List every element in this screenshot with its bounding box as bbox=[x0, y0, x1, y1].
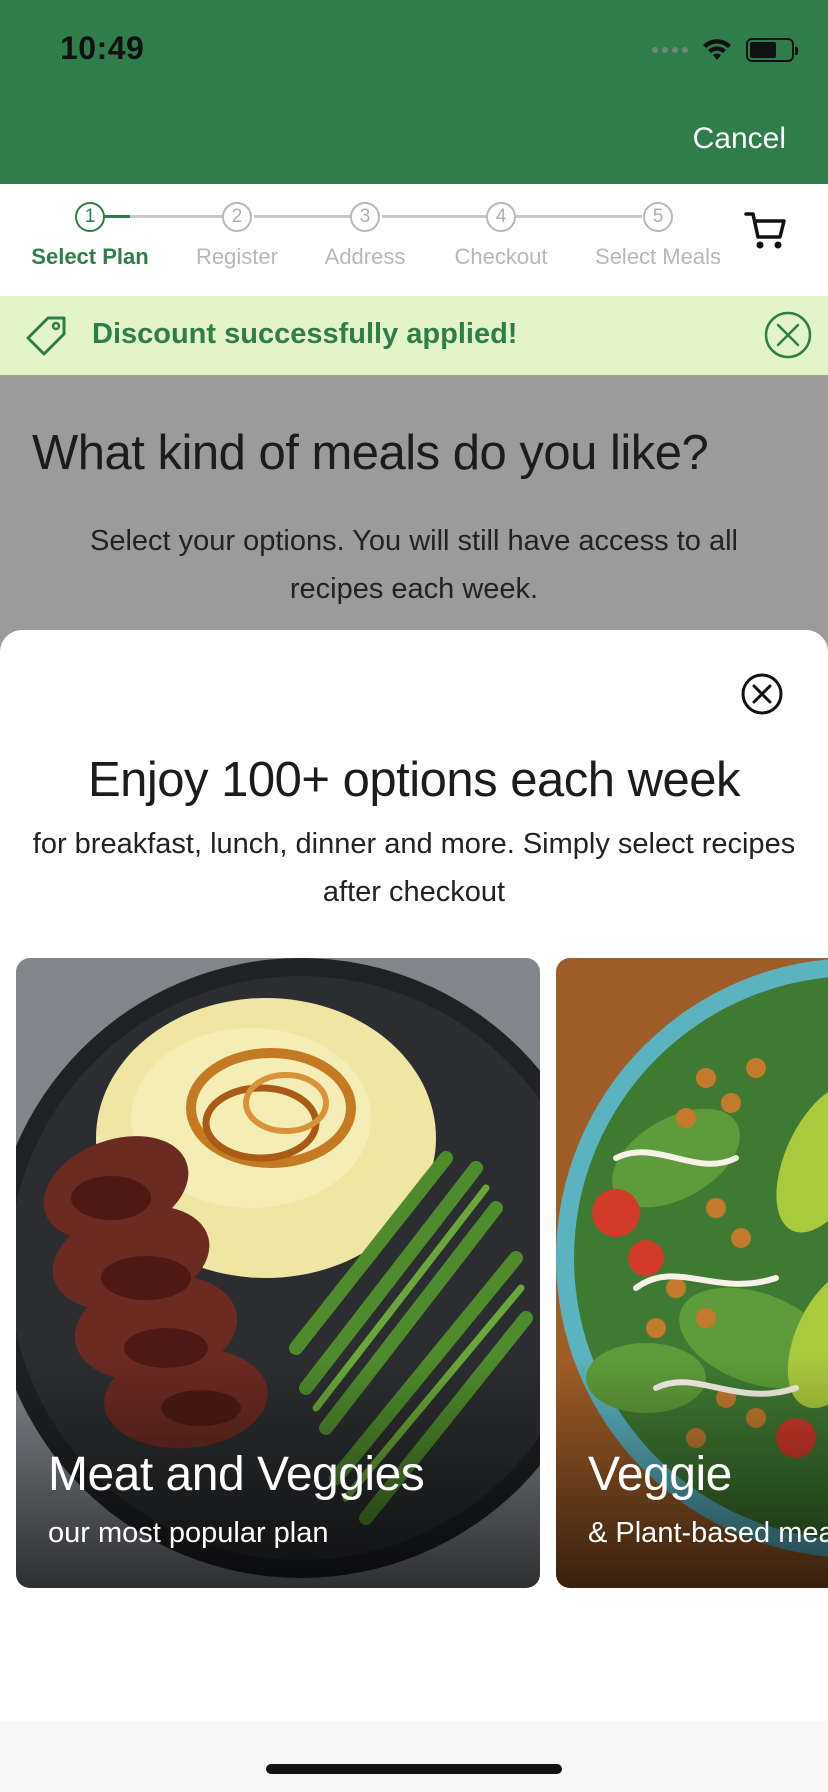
battery-icon bbox=[746, 38, 798, 62]
step-label: Select Plan bbox=[31, 244, 149, 269]
progress-stepper: 1 Select Plan 2 Register 3 Address 4 Che… bbox=[0, 184, 828, 296]
step-number: 2 bbox=[222, 202, 252, 232]
step-select-plan[interactable]: 1 Select Plan bbox=[15, 198, 165, 270]
step-checkout[interactable]: 4 Checkout bbox=[426, 198, 576, 270]
plan-card-meat-and-veggies[interactable]: Meat and Veggies our most popular plan bbox=[16, 958, 540, 1588]
sheet-subtitle: for breakfast, lunch, dinner and more. S… bbox=[32, 828, 796, 908]
step-select-meals[interactable]: 5 Select Meals bbox=[583, 198, 733, 270]
cart-icon[interactable] bbox=[744, 208, 788, 252]
step-number: 5 bbox=[643, 202, 673, 232]
header-bar: 10:49 Cancel bbox=[0, 0, 828, 184]
card-title: Meat and Veggies bbox=[48, 1448, 425, 1501]
close-circle-icon[interactable] bbox=[740, 672, 784, 716]
cancel-button[interactable]: Cancel bbox=[693, 122, 786, 156]
card-tagline: our most popular plan bbox=[48, 1517, 329, 1549]
status-time: 10:49 bbox=[60, 30, 145, 66]
step-label: Address bbox=[324, 244, 406, 269]
card-title: Veggie bbox=[588, 1448, 732, 1501]
wifi-icon bbox=[703, 39, 731, 60]
step-label: Select Meals bbox=[595, 244, 721, 269]
step-address[interactable]: 3 Address bbox=[290, 198, 440, 270]
step-number: 4 bbox=[486, 202, 516, 232]
discount-message: Discount successfully applied! bbox=[92, 318, 518, 350]
step-number: 3 bbox=[350, 202, 380, 232]
home-indicator[interactable] bbox=[266, 1764, 562, 1774]
page-title: What kind of meals do you like? bbox=[32, 426, 709, 480]
discount-banner: Discount successfully applied! bbox=[0, 296, 828, 375]
step-number: 1 bbox=[75, 202, 105, 232]
options-bottom-sheet: Enjoy 100+ options each week for breakfa… bbox=[0, 630, 828, 1792]
home-indicator-area bbox=[0, 1722, 828, 1792]
sheet-title: Enjoy 100+ options each week bbox=[87, 753, 741, 807]
step-label: Checkout bbox=[454, 244, 548, 269]
page-subtitle: Select your options. You will still have… bbox=[89, 525, 738, 605]
card-tagline: & Plant-based meals bbox=[588, 1517, 828, 1549]
plan-card-veggie[interactable]: Veggie & Plant-based meals bbox=[556, 958, 828, 1588]
close-circle-icon[interactable] bbox=[764, 311, 812, 359]
tag-icon bbox=[26, 316, 66, 356]
signal-dots-icon bbox=[652, 47, 688, 53]
status-icons bbox=[652, 38, 798, 62]
